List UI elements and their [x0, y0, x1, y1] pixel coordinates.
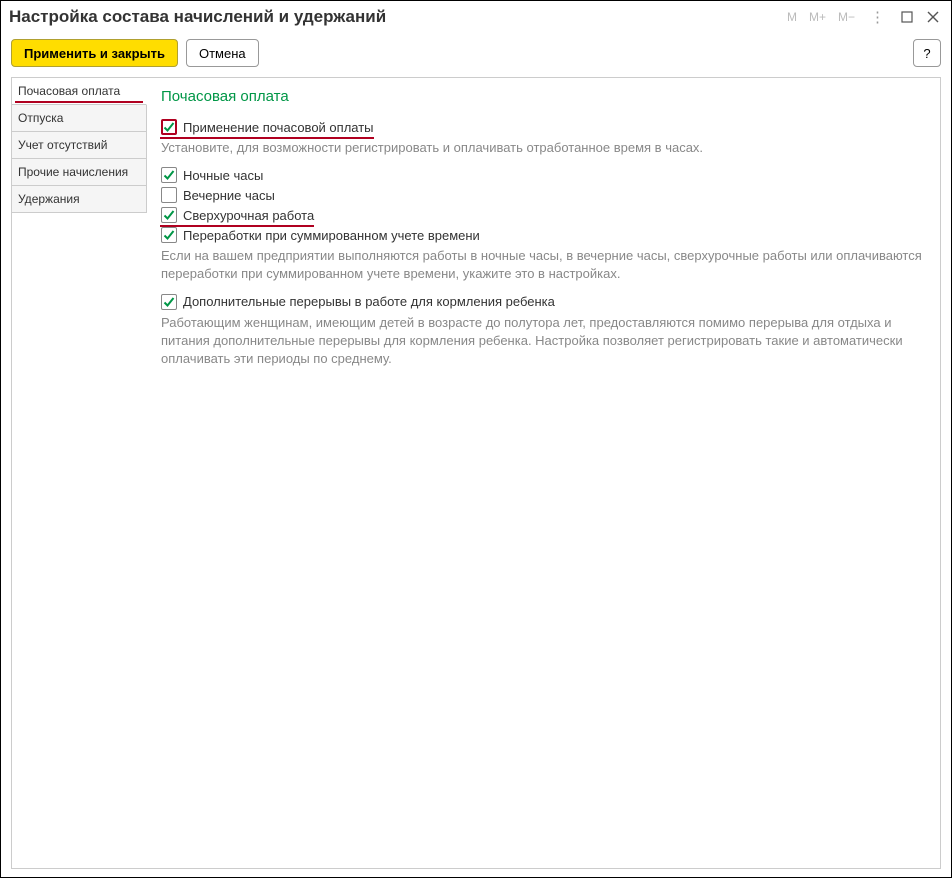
checkbox-label[interactable]: Переработки при суммированном учете врем…	[183, 228, 480, 243]
help-button[interactable]: ?	[913, 39, 941, 67]
checkbox[interactable]	[161, 294, 177, 310]
sidebar: Почасовая оплата Отпуска Учет отсутствий Пр…	[12, 78, 147, 868]
cancel-button[interactable]: Отмена	[186, 39, 259, 67]
checkbox-row: Применение почасовой оплаты	[161, 119, 926, 135]
sidebar-item-label: Прочие начисления	[18, 165, 128, 179]
description-text: Если на вашем предприятии выполняются ра…	[161, 247, 926, 283]
sidebar-item[interactable]: Отпуска	[12, 105, 147, 132]
maximize-icon[interactable]	[897, 7, 917, 27]
description-text: Установите, для возможности регистрирова…	[161, 139, 926, 157]
checkbox-label[interactable]: Дополнительные перерывы в работе для кор…	[183, 294, 555, 309]
checkbox-row: Вечерние часы	[161, 187, 926, 203]
main-area: Почасовая оплата Отпуска Учет отсутствий Пр…	[11, 77, 941, 869]
checkbox-row: Переработки при суммированном учете врем…	[161, 227, 926, 243]
kebab-icon[interactable]: ⋮	[864, 6, 891, 28]
checkbox-wrap: Дополнительные перерывы в работе для кор…	[161, 294, 555, 310]
sidebar-item[interactable]: Почасовая оплата	[12, 78, 147, 105]
toolbar: Применить и закрыть Отмена ?	[1, 33, 951, 77]
description-text: Работающим женщинам, имеющим детей в воз…	[161, 314, 926, 369]
checkbox-wrap: Вечерние часы	[161, 187, 275, 203]
apply-and-close-button[interactable]: Применить и закрыть	[11, 39, 178, 67]
checkbox-wrap: Применение почасовой оплаты	[161, 119, 374, 135]
titlebar-controls: M M+ M− ⋮	[784, 6, 943, 28]
checkbox-wrap: Ночные часы	[161, 167, 263, 183]
checkbox[interactable]	[161, 207, 177, 223]
sidebar-item-label: Отпуска	[18, 111, 63, 125]
window-title: Настройка состава начислений и удержаний	[9, 7, 784, 27]
checkbox-label[interactable]: Ночные часы	[183, 168, 263, 183]
calc-m-button[interactable]: M	[784, 8, 800, 26]
sidebar-item-label: Почасовая оплата	[18, 84, 120, 98]
sidebar-item-label: Удержания	[18, 192, 80, 206]
highlight-underline	[15, 101, 143, 103]
calc-mplus-button[interactable]: M+	[806, 8, 829, 26]
sidebar-item[interactable]: Удержания	[12, 186, 147, 213]
checkbox-row: Дополнительные перерывы в работе для кор…	[161, 294, 926, 310]
highlight-underline	[160, 137, 374, 139]
close-icon[interactable]	[923, 7, 943, 27]
checkbox-row: Ночные часы	[161, 167, 926, 183]
titlebar: Настройка состава начислений и удержаний…	[1, 1, 951, 33]
checkbox-row: Сверхурочная работа	[161, 207, 926, 223]
checkbox-label[interactable]: Вечерние часы	[183, 188, 275, 203]
sidebar-item-label: Учет отсутствий	[18, 138, 107, 152]
calc-mminus-button[interactable]: M−	[835, 8, 858, 26]
checkbox[interactable]	[161, 187, 177, 203]
content-panel: Почасовая оплата Применение почасовой оп…	[147, 78, 940, 868]
checkbox[interactable]	[161, 227, 177, 243]
checkbox-wrap: Переработки при суммированном учете врем…	[161, 227, 480, 243]
checkbox[interactable]	[161, 167, 177, 183]
sidebar-item[interactable]: Прочие начисления	[12, 159, 147, 186]
content-heading: Почасовая оплата	[161, 88, 926, 105]
checkbox-wrap: Сверхурочная работа	[161, 207, 314, 223]
checkbox-label[interactable]: Применение почасовой оплаты	[183, 120, 374, 135]
checkbox-label[interactable]: Сверхурочная работа	[183, 208, 314, 223]
sidebar-item[interactable]: Учет отсутствий	[12, 132, 147, 159]
checkbox[interactable]	[161, 119, 177, 135]
